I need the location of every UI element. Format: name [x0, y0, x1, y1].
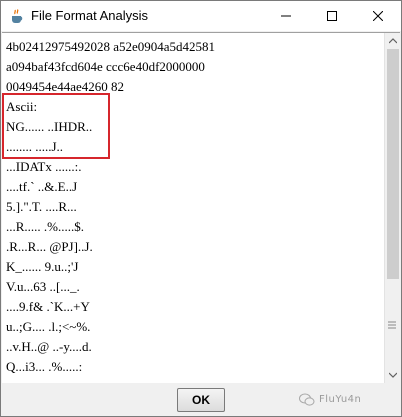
chevron-down-icon	[389, 372, 397, 378]
ascii-line: .R...R... @PJ]..J.	[6, 239, 93, 254]
window-title: File Format Analysis	[31, 8, 149, 23]
hex-line: 0049454e44ae4260 82	[6, 79, 125, 94]
maximize-button[interactable]	[309, 1, 355, 31]
ascii-line: ..v.H..@ ..-y....d.	[6, 339, 92, 354]
analysis-content-area: 4b02412975492028 a52e0904a5d42581 a094ba…	[2, 32, 400, 384]
ascii-heading: Ascii:	[6, 99, 38, 114]
minimize-icon	[281, 15, 291, 17]
java-coffee-icon	[9, 8, 25, 24]
close-button[interactable]	[355, 1, 401, 31]
dialog-footer: OK FluYu4n	[1, 383, 401, 416]
hex-line: a094baf43fcd604e ccc6e40df2000000	[6, 59, 205, 74]
file-format-analysis-window: File Format Analysis 4b02412975492028 a5…	[0, 0, 402, 417]
ascii-line: V.u...63 ..[..._.	[6, 279, 80, 294]
scroll-up-button[interactable]	[385, 33, 400, 49]
ascii-line: u..;G.... .l.;<~%.	[6, 319, 91, 334]
wechat-logo-icon	[299, 393, 315, 407]
ascii-line: K_...... 9.u..;'J	[6, 259, 79, 274]
ascii-line: ...R..... .%.....$.	[6, 219, 84, 234]
minimize-button[interactable]	[263, 1, 309, 31]
ascii-line: ........ .....J..	[6, 139, 64, 154]
ascii-line: ....9.f& .`K...+Y	[6, 299, 90, 314]
close-icon	[373, 11, 383, 21]
ok-button[interactable]: OK	[177, 388, 225, 412]
ascii-line: 5.].".T. ....R...	[6, 199, 77, 214]
ascii-line: Q...i3... .%.....:	[6, 359, 83, 374]
scroll-down-button[interactable]	[385, 367, 400, 383]
ascii-line: ...IDATx ......:.	[6, 159, 82, 174]
scroll-thumb[interactable]	[387, 49, 399, 279]
title-bar[interactable]: File Format Analysis	[1, 1, 401, 31]
scroll-grip-icon	[388, 321, 396, 329]
chevron-up-icon	[389, 38, 397, 44]
hex-line: 4b02412975492028 a52e0904a5d42581	[6, 39, 216, 54]
ascii-line: NG...... ..IHDR..	[6, 119, 93, 134]
maximize-icon	[327, 11, 337, 21]
watermark-text: FluYu4n	[319, 394, 362, 405]
ascii-line: ....tf.` ..&.E..J	[6, 179, 78, 194]
analysis-text-view[interactable]: 4b02412975492028 a52e0904a5d42581 a094ba…	[2, 33, 384, 383]
